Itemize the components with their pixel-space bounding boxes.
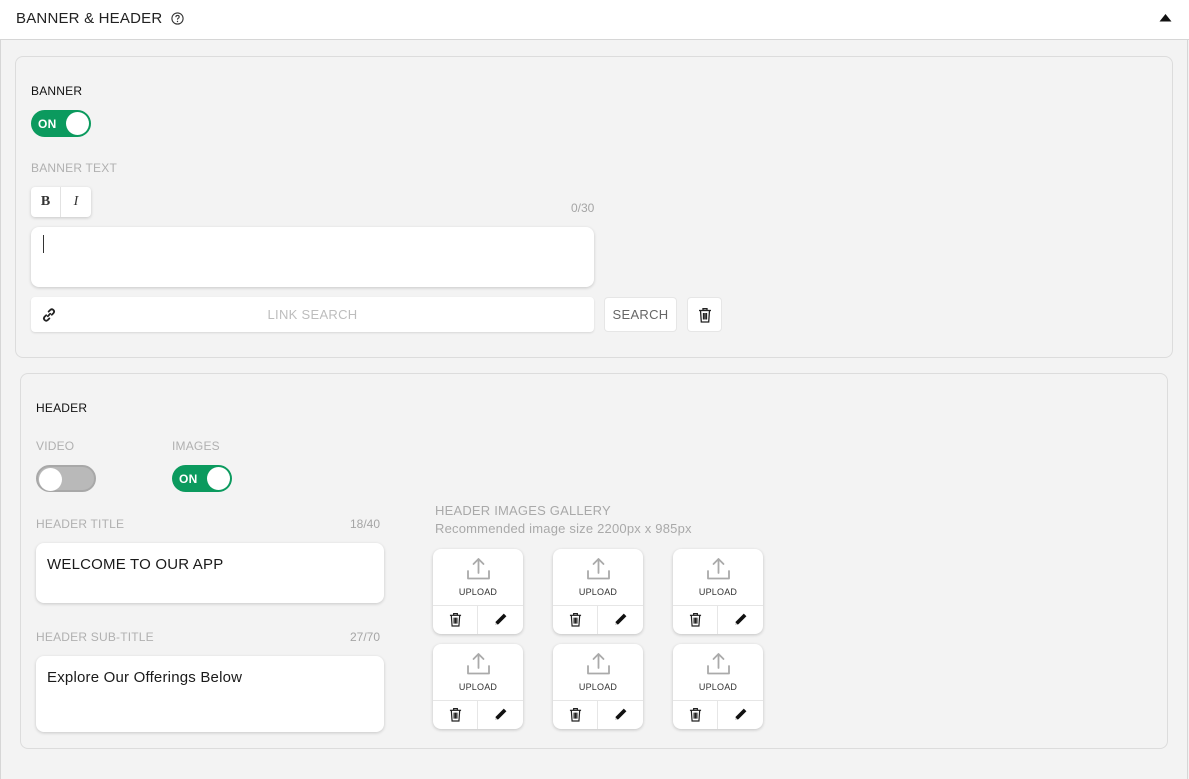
upload-button[interactable]: UPLOAD	[673, 644, 763, 700]
section-header-bar[interactable]: BANNER & HEADER	[0, 0, 1189, 40]
edit-image-button[interactable]	[718, 701, 763, 729]
upload-button[interactable]: UPLOAD	[433, 644, 523, 700]
caret-up-icon[interactable]	[1159, 13, 1172, 22]
header-title-input[interactable]: WELCOME TO OUR APP	[36, 543, 384, 603]
video-toggle[interactable]	[36, 465, 96, 492]
edit-image-button[interactable]	[478, 701, 523, 729]
upload-icon	[467, 653, 490, 675]
section-title: BANNER & HEADER	[16, 10, 163, 27]
bold-button[interactable]: B	[31, 187, 61, 217]
edit-image-button[interactable]	[478, 606, 523, 634]
gallery-tile-4: UPLOAD	[433, 644, 523, 729]
tile-actions	[433, 700, 523, 729]
frame-border-left	[0, 40, 1, 779]
pencil-icon	[615, 613, 627, 625]
upload-label: UPLOAD	[458, 682, 498, 692]
delete-link-button[interactable]	[687, 297, 722, 332]
pencil-icon	[495, 613, 507, 625]
banner-toggle-label: ON	[38, 117, 57, 131]
trash-icon	[569, 613, 582, 627]
images-toggle[interactable]: ON	[172, 465, 232, 492]
trash-icon	[569, 708, 582, 722]
delete-image-button[interactable]	[673, 606, 718, 634]
upload-icon	[587, 558, 610, 580]
video-label: VIDEO	[36, 439, 75, 453]
banner-text-input[interactable]	[31, 227, 594, 287]
edit-image-button[interactable]	[718, 606, 763, 634]
upload-label: UPLOAD	[578, 587, 618, 597]
upload-label: UPLOAD	[698, 587, 738, 597]
banner-text-label: BANNER TEXT	[31, 161, 117, 175]
images-toggle-label: ON	[179, 472, 198, 486]
tile-actions	[553, 700, 643, 729]
tile-actions	[673, 700, 763, 729]
trash-icon	[689, 613, 702, 627]
link-search-input[interactable]: LINK SEARCH	[31, 297, 594, 332]
upload-label: UPLOAD	[458, 587, 498, 597]
trash-icon	[449, 708, 462, 722]
upload-button[interactable]: UPLOAD	[433, 549, 523, 605]
delete-image-button[interactable]	[553, 701, 598, 729]
trash-icon	[699, 308, 711, 323]
gallery-title: HEADER IMAGES GALLERY	[435, 503, 611, 518]
toggle-knob	[39, 468, 62, 491]
tile-actions	[433, 605, 523, 634]
text-caret	[43, 235, 44, 253]
format-toolbar: B I	[31, 187, 91, 217]
gallery-tile-5: UPLOAD	[553, 644, 643, 729]
upload-icon	[707, 653, 730, 675]
trash-icon	[449, 613, 462, 627]
header-subtitle-count: 27/70	[350, 630, 381, 644]
edit-image-button[interactable]	[598, 701, 643, 729]
header-subtitle-value: Explore Our Offerings Below	[47, 669, 243, 686]
upload-icon	[467, 558, 490, 580]
italic-button[interactable]: I	[61, 187, 91, 217]
header-subtitle-input[interactable]: Explore Our Offerings Below	[36, 656, 384, 732]
tile-actions	[673, 605, 763, 634]
upload-button[interactable]: UPLOAD	[553, 644, 643, 700]
upload-label: UPLOAD	[578, 682, 618, 692]
gallery-tile-6: UPLOAD	[673, 644, 763, 729]
trash-icon	[689, 708, 702, 722]
pencil-icon	[615, 708, 627, 720]
frame-border-right	[1187, 40, 1188, 779]
edit-image-button[interactable]	[598, 606, 643, 634]
upload-icon	[707, 558, 730, 580]
pencil-icon	[735, 708, 747, 720]
delete-image-button[interactable]	[673, 701, 718, 729]
header-title-value: WELCOME TO OUR APP	[47, 556, 224, 573]
header-section-title: HEADER	[36, 401, 88, 415]
delete-image-button[interactable]	[553, 606, 598, 634]
upload-button[interactable]: UPLOAD	[673, 549, 763, 605]
banner-toggle[interactable]: ON	[31, 110, 91, 137]
gallery-tile-2: UPLOAD	[553, 549, 643, 634]
banner-char-count: 0/30	[571, 201, 595, 215]
header-title-count: 18/40	[350, 517, 381, 531]
toggle-knob	[207, 467, 230, 490]
link-search-placeholder: LINK SEARCH	[267, 307, 358, 322]
banner-section-title: BANNER	[31, 84, 83, 98]
search-button[interactable]: SEARCH	[604, 297, 677, 332]
header-title-label: HEADER TITLE	[36, 517, 125, 531]
upload-label: UPLOAD	[698, 682, 738, 692]
gallery-tile-3: UPLOAD	[673, 549, 763, 634]
pencil-icon	[735, 613, 747, 625]
delete-image-button[interactable]	[433, 606, 478, 634]
toggle-knob	[66, 112, 89, 135]
gallery-subtitle: Recommended image size 2200px x 985px	[435, 521, 692, 536]
gallery-tile-1: UPLOAD	[433, 549, 523, 634]
upload-button[interactable]: UPLOAD	[553, 549, 643, 605]
images-label: IMAGES	[172, 439, 220, 453]
delete-image-button[interactable]	[433, 701, 478, 729]
upload-icon	[587, 653, 610, 675]
tile-actions	[553, 605, 643, 634]
pencil-icon	[495, 708, 507, 720]
header-subtitle-label: HEADER SUB-TITLE	[36, 630, 154, 644]
help-circle-icon[interactable]	[171, 12, 184, 25]
